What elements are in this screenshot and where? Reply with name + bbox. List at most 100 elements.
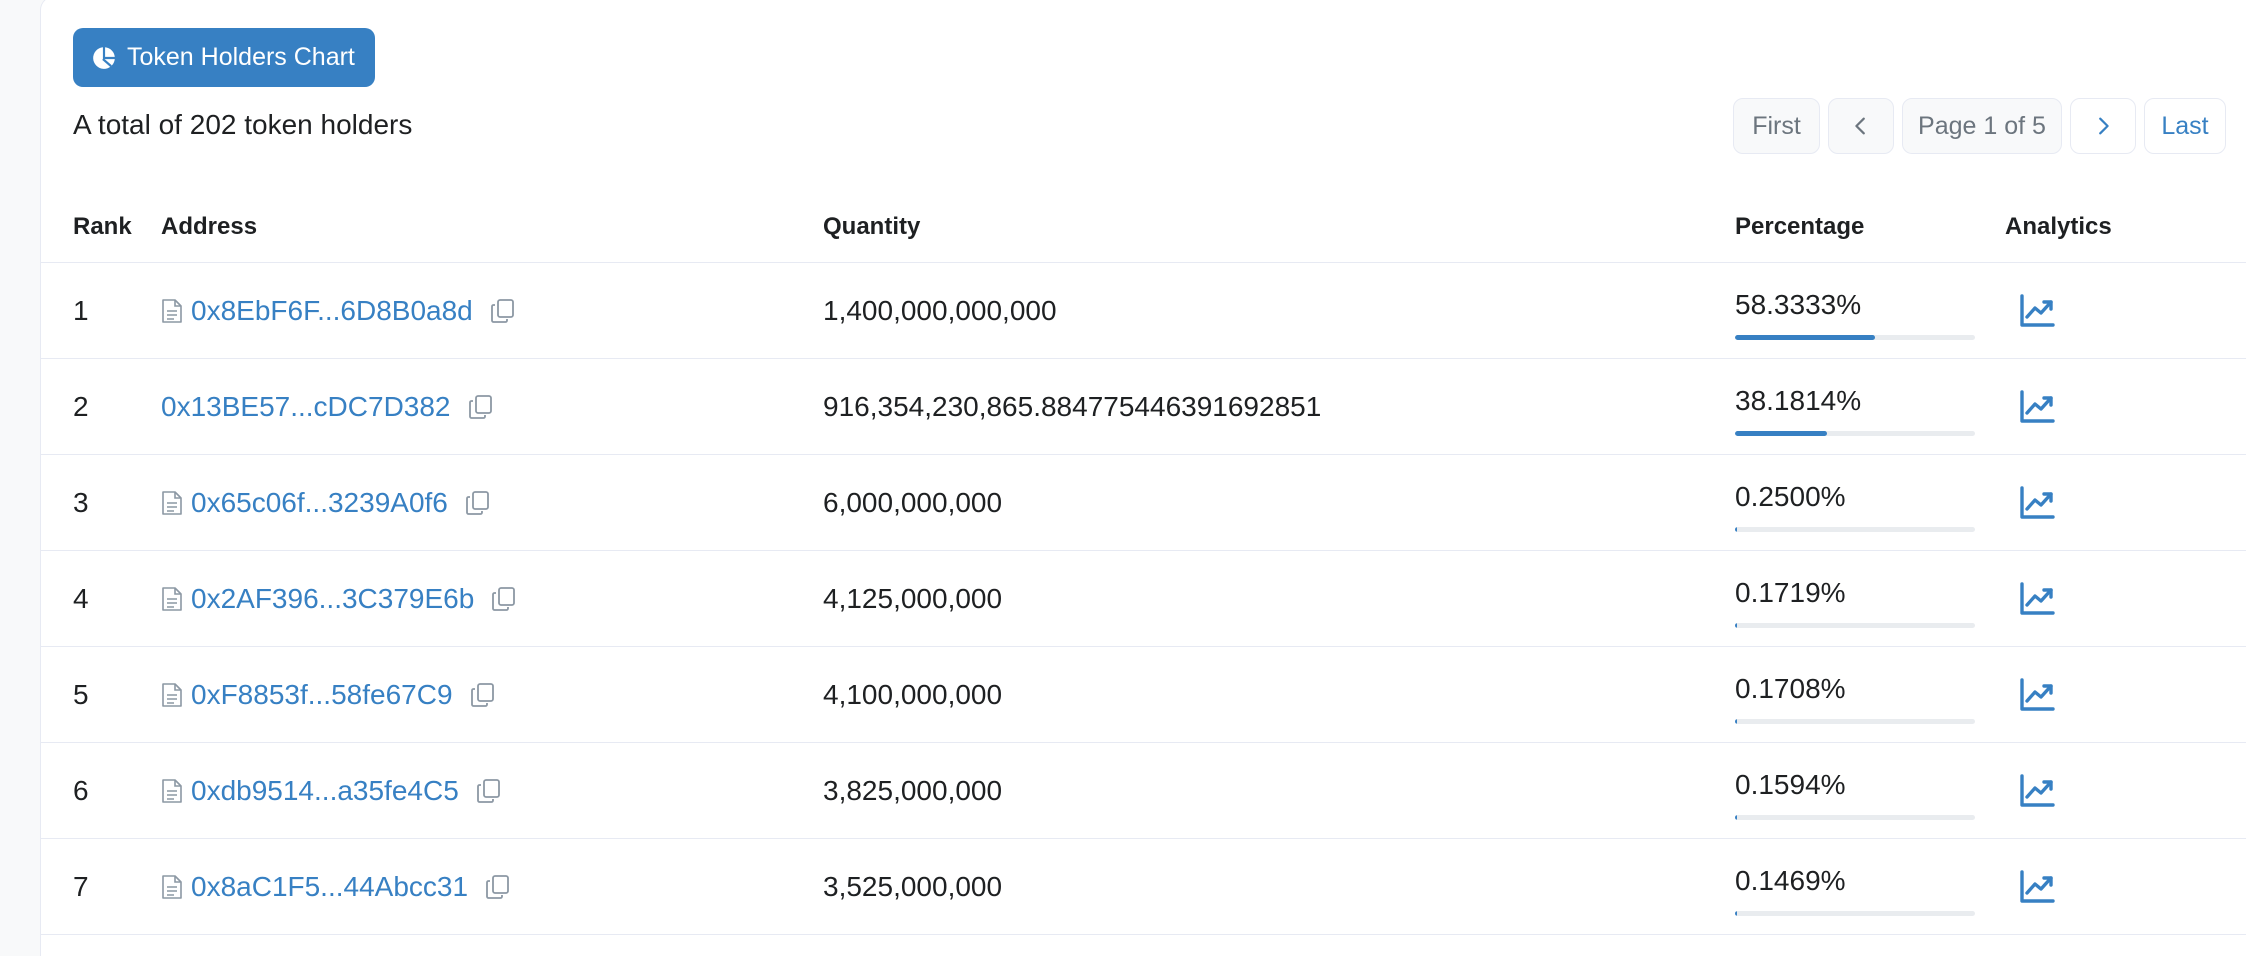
line-chart-icon[interactable]	[2017, 867, 2057, 907]
rank-cell: 2	[73, 390, 89, 422]
line-chart-icon[interactable]	[2017, 675, 2057, 715]
percentage-progress-fill	[1735, 911, 1737, 916]
copy-icon[interactable]	[469, 681, 497, 709]
copy-icon[interactable]	[467, 393, 495, 421]
percentage-progress-fill	[1735, 527, 1737, 532]
table-row: 7 0x8aC1F5...44Abcc31 3,525,000,000 0.14…	[41, 839, 2246, 935]
total-holders-text: A total of 202 token holders	[73, 109, 413, 140]
token-holders-chart-button[interactable]: Token Holders Chart	[73, 28, 375, 87]
line-chart-icon[interactable]	[2017, 771, 2057, 811]
percentage-value: 0.1469%	[1735, 865, 1846, 896]
percentage-value: 0.2500%	[1735, 481, 1846, 512]
table-row: 6 0xdb9514...a35fe4C5 3,825,000,000 0.15…	[41, 743, 2246, 839]
percentage-cell: 0.1708%	[1735, 647, 1975, 742]
copy-icon[interactable]	[484, 873, 512, 901]
document-icon	[161, 298, 183, 324]
copy-icon[interactable]	[489, 297, 517, 325]
address-header: Address	[161, 213, 258, 240]
percentage-cell: 0.1594%	[1735, 743, 1975, 838]
address-cell: 0x65c06f...3239A0f6	[161, 455, 492, 550]
rank-cell: 7	[73, 870, 89, 902]
address-cell: 0xF8853f...58fe67C9	[161, 647, 497, 742]
table-row: 3 0x65c06f...3239A0f6 6,000,000,000 0.25…	[41, 455, 2246, 551]
holder-address-link[interactable]: 0xdb9514...a35fe4C5	[191, 775, 459, 807]
token-holders-card: Token Holders Chart A total of 202 token…	[40, 0, 2246, 956]
document-icon	[161, 682, 183, 708]
first-page-button[interactable]: First	[1733, 98, 1820, 154]
holders-table-body: 1 0x8EbF6F...6D8B0a8d 1,400,000,000,000 …	[41, 263, 2246, 935]
percentage-progress-fill	[1735, 431, 1827, 436]
line-chart-icon[interactable]	[2017, 387, 2057, 427]
quantity-cell: 4,125,000,000	[823, 582, 1003, 614]
address-cell: 0xdb9514...a35fe4C5	[161, 743, 503, 838]
address-cell: 0x13BE57...cDC7D382	[161, 359, 495, 454]
analytics-cell	[2017, 455, 2057, 550]
document-icon	[161, 490, 183, 516]
rank-cell: 1	[73, 294, 89, 326]
holder-address-link[interactable]: 0xF8853f...58fe67C9	[191, 679, 453, 711]
line-chart-icon[interactable]	[2017, 483, 2057, 523]
rank-header: Rank	[73, 213, 132, 240]
quantity-cell: 6,000,000,000	[823, 486, 1003, 518]
quantity-cell: 4,100,000,000	[823, 678, 1003, 710]
document-icon	[161, 778, 183, 804]
pie-chart-icon	[91, 45, 117, 71]
rank-cell: 3	[73, 486, 89, 518]
previous-page-button[interactable]	[1828, 98, 1894, 154]
page-info: Page 1 of 5	[1902, 98, 2062, 154]
percentage-value: 58.3333%	[1735, 289, 1862, 320]
percentage-progress-fill	[1735, 719, 1737, 724]
analytics-cell	[2017, 743, 2057, 838]
rank-cell: 5	[73, 678, 89, 710]
address-cell: 0x8aC1F5...44Abcc31	[161, 839, 512, 934]
line-chart-icon[interactable]	[2017, 579, 2057, 619]
percentage-cell: 38.1814%	[1735, 359, 1975, 454]
rank-cell: 6	[73, 774, 89, 806]
percentage-value: 0.1719%	[1735, 577, 1846, 608]
pagination: First Page 1 of 5 Last	[1733, 98, 2226, 154]
line-chart-icon[interactable]	[2017, 291, 2057, 331]
percentage-cell: 0.2500%	[1735, 455, 1975, 550]
percentage-progress-bar	[1735, 335, 1975, 340]
rank-cell: 4	[73, 582, 89, 614]
table-header: Rank Address Quantity Percentage Analyti…	[41, 200, 2246, 263]
percentage-progress-bar	[1735, 431, 1975, 436]
copy-icon[interactable]	[490, 585, 518, 613]
table-row: 4 0x2AF396...3C379E6b 4,125,000,000 0.17…	[41, 551, 2246, 647]
analytics-cell	[2017, 647, 2057, 742]
holder-address-link[interactable]: 0x2AF396...3C379E6b	[191, 583, 474, 615]
document-icon	[161, 586, 183, 612]
percentage-progress-bar	[1735, 623, 1975, 628]
holder-address-link[interactable]: 0x13BE57...cDC7D382	[161, 391, 451, 423]
quantity-cell: 3,525,000,000	[823, 870, 1003, 902]
analytics-cell	[2017, 839, 2057, 934]
holder-address-link[interactable]: 0x8EbF6F...6D8B0a8d	[191, 295, 473, 327]
percentage-value: 0.1594%	[1735, 769, 1846, 800]
copy-icon[interactable]	[464, 489, 492, 517]
percentage-value: 0.1708%	[1735, 673, 1846, 704]
percentage-progress-fill	[1735, 815, 1737, 820]
copy-icon[interactable]	[475, 777, 503, 805]
percentage-cell: 0.1719%	[1735, 551, 1975, 646]
percentage-progress-bar	[1735, 815, 1975, 820]
percentage-progress-bar	[1735, 527, 1975, 532]
chevron-left-icon	[1850, 115, 1872, 137]
last-page-button[interactable]: Last	[2144, 98, 2226, 154]
analytics-header: Analytics	[2005, 213, 2112, 240]
percentage-progress-fill	[1735, 623, 1737, 628]
document-icon	[161, 874, 183, 900]
next-page-button[interactable]	[2070, 98, 2136, 154]
percentage-value: 38.1814%	[1735, 385, 1862, 416]
holder-address-link[interactable]: 0x65c06f...3239A0f6	[191, 487, 448, 519]
holder-address-link[interactable]: 0x8aC1F5...44Abcc31	[191, 871, 468, 903]
percentage-cell: 0.1469%	[1735, 839, 1975, 934]
quantity-cell: 3,825,000,000	[823, 774, 1003, 806]
quantity-cell: 1,400,000,000,000	[823, 294, 1057, 326]
percentage-header: Percentage	[1735, 213, 1865, 240]
chevron-right-icon	[2092, 115, 2114, 137]
percentage-progress-bar	[1735, 719, 1975, 724]
percentage-progress-bar	[1735, 911, 1975, 916]
analytics-cell	[2017, 263, 2057, 358]
analytics-cell	[2017, 359, 2057, 454]
table-row: 2 0x13BE57...cDC7D382 916,354,230,865.88…	[41, 359, 2246, 455]
